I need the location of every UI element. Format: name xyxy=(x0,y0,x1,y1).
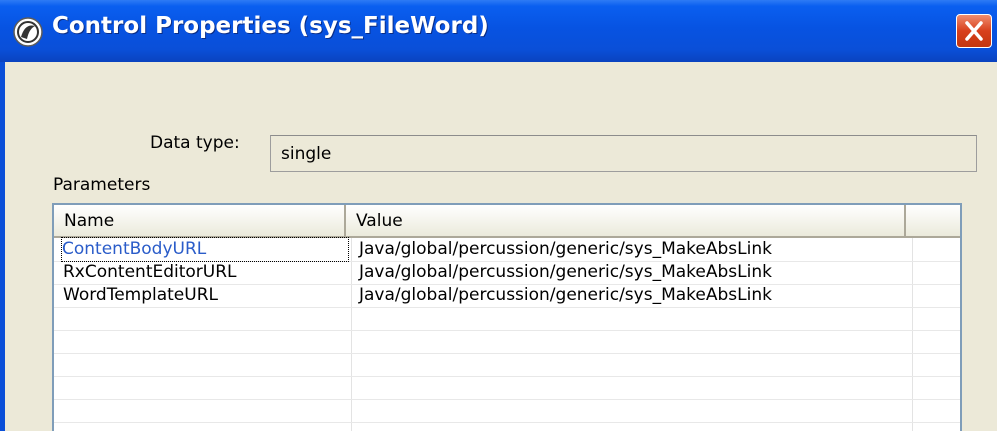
row-value-cell[interactable] xyxy=(359,307,909,330)
app-icon xyxy=(13,17,43,47)
row-name-cell[interactable] xyxy=(63,399,346,422)
data-type-field[interactable]: single xyxy=(270,135,977,172)
data-type-value: single xyxy=(281,144,332,164)
row-name-cell[interactable] xyxy=(63,307,346,330)
table-header: Name Value xyxy=(54,205,960,238)
table-row[interactable] xyxy=(54,353,960,377)
row-name-cell[interactable]: RxContentEditorURL xyxy=(63,261,346,284)
row-name-cell[interactable]: ContentBodyURL xyxy=(61,237,349,262)
row-value-cell[interactable] xyxy=(359,399,909,422)
close-button[interactable] xyxy=(956,14,992,48)
row-value-cell[interactable]: Java/global/percussion/generic/sys_MakeA… xyxy=(359,284,909,307)
table-row[interactable]: RxContentEditorURL Java/global/percussio… xyxy=(54,261,960,285)
window-title: Control Properties (sys_FileWord) xyxy=(52,13,489,39)
table-row[interactable] xyxy=(54,330,960,354)
row-value-cell[interactable]: Java/global/percussion/generic/sys_MakeA… xyxy=(359,261,909,284)
column-header-value[interactable]: Value xyxy=(346,205,906,238)
row-name-cell[interactable] xyxy=(63,353,346,376)
table-row[interactable] xyxy=(54,307,960,331)
row-value-cell[interactable] xyxy=(359,376,909,399)
table-row[interactable] xyxy=(54,376,960,400)
table-row[interactable]: ContentBodyURL Java/global/percussion/ge… xyxy=(54,237,960,262)
column-header-name[interactable]: Name xyxy=(54,205,346,238)
row-name-cell[interactable]: WordTemplateURL xyxy=(63,284,346,307)
table-row[interactable]: WordTemplateURL Java/global/percussion/g… xyxy=(54,284,960,308)
control-properties-dialog: Control Properties (sys_FileWord) Data t… xyxy=(0,0,997,431)
table-body: ContentBodyURL Java/global/percussion/ge… xyxy=(54,237,960,431)
data-type-label: Data type: xyxy=(150,133,240,153)
window-frame-left xyxy=(0,62,5,431)
row-value-cell[interactable]: Java/global/percussion/generic/sys_MakeA… xyxy=(359,238,909,261)
column-header-extra[interactable] xyxy=(906,205,960,238)
row-value-cell[interactable] xyxy=(359,330,909,353)
row-name-cell[interactable] xyxy=(63,330,346,353)
title-bar[interactable]: Control Properties (sys_FileWord) xyxy=(0,0,997,62)
row-name-cell[interactable] xyxy=(63,376,346,399)
close-icon xyxy=(965,21,983,41)
table-row[interactable] xyxy=(54,399,960,423)
row-value-cell[interactable] xyxy=(359,353,909,376)
parameters-label: Parameters xyxy=(53,175,151,195)
parameters-table[interactable]: Name Value ContentBodyURL Java/global/pe… xyxy=(52,203,962,431)
